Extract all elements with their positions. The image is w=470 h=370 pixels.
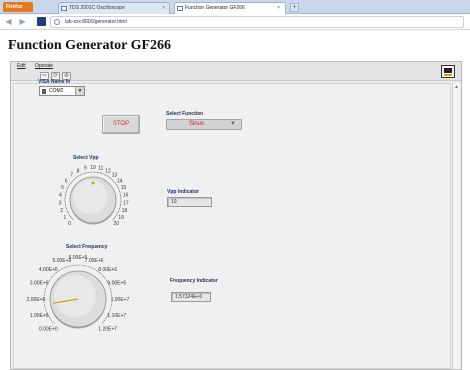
back-arrow-icon[interactable]: ◀	[4, 17, 13, 26]
vi-menu-bar: Edit Operate	[11, 62, 461, 71]
knob-tick-label: 2	[60, 208, 63, 214]
knob-tick-label: 17	[123, 200, 129, 206]
select-function-label: Select Function	[166, 111, 204, 117]
visa-resource-icon	[42, 89, 46, 94]
browser-nav-bar: ◀ ▶ lab-xxx:8000/generator.html	[0, 14, 470, 30]
knob-tick-label: 0	[68, 221, 71, 227]
tab-label: TDS 2001C Oscilloscope	[69, 5, 125, 11]
chevron-down-icon[interactable]: ▼	[230, 121, 236, 127]
knob-tick-label: 18	[122, 208, 128, 214]
url-bar[interactable]: lab-xxx:8000/generator.html	[50, 16, 464, 28]
browser-tab-bar: Firefox TDS 2001C Oscilloscope × Functio…	[0, 0, 470, 14]
tab-oscilloscope[interactable]: TDS 2001C Oscilloscope ×	[58, 2, 170, 14]
firefox-menu-button[interactable]: Firefox	[3, 2, 33, 12]
tab-close-icon[interactable]: ×	[277, 3, 280, 14]
tab-function-generator[interactable]: Function Generator GF266 ×	[174, 2, 286, 14]
knob-tick-label: 1.20E+7	[98, 326, 117, 332]
visa-name-selector[interactable]: COM2 ▼	[39, 86, 85, 96]
menu-edit[interactable]: Edit	[17, 63, 26, 69]
knob-tick-label: 1.00E+6	[30, 313, 49, 319]
forward-arrow-icon[interactable]: ▶	[18, 17, 27, 26]
knob-tick-label: 5	[61, 185, 64, 191]
frequency-indicator-label: Frequency Indicator	[170, 278, 218, 284]
tab-close-icon[interactable]: ×	[162, 3, 165, 14]
menu-operate[interactable]: Operate	[35, 63, 53, 69]
knob-tick-label: 19	[118, 215, 124, 221]
knob-tick-label: 8.00E+6	[98, 267, 117, 273]
knob-highlight	[54, 275, 96, 317]
vpp-indicator-label: Vpp Indicator	[167, 189, 199, 195]
frequency-indicator-value: 1.57324E+6	[175, 294, 203, 300]
knob-tick-label: 2.00E+6	[27, 297, 46, 303]
frequency-knob[interactable]: 0.00E+01.00E+62.00E+63.00E+64.00E+65.00E…	[18, 247, 158, 347]
knob-tick-label: 10	[90, 165, 96, 171]
site-icon	[37, 17, 46, 26]
page-icon	[177, 6, 183, 11]
visa-name-value: COM2	[49, 88, 64, 94]
knob-tick-label: 6	[65, 178, 68, 184]
select-function-dropdown[interactable]: Sinus ▼	[166, 119, 242, 130]
knob-tick-label: 3.00E+6	[30, 281, 49, 287]
knob-tick-label: 14	[117, 178, 123, 184]
vi-connector-icon	[441, 65, 455, 78]
visa-name-label: VISA Name In	[38, 79, 71, 85]
knob-tick-label: 1.00E+7	[111, 297, 130, 303]
knob-tick-label: 11	[98, 166, 103, 172]
vpp-indicator-value: 10	[171, 199, 177, 205]
knob-tick-label: 4.00E+6	[39, 267, 58, 273]
knob-tick-label: 20	[114, 221, 120, 227]
vpp-indicator: 10	[167, 197, 212, 207]
vertical-scrollbar[interactable]: ▲	[452, 83, 460, 369]
knob-tick-label: 8	[77, 168, 80, 174]
knob-tick-label: 0.00E+0	[39, 326, 58, 332]
url-text: lab-xxx:8000/generator.html	[65, 19, 127, 25]
frequency-indicator: 1.57324E+6	[171, 292, 211, 302]
knob-tick-label: 1.10E+7	[107, 313, 126, 319]
knob-tick-label: 3	[59, 200, 62, 206]
knob-tick-label: 7.00E+6	[85, 258, 104, 264]
chevron-down-icon[interactable]: ▼	[75, 87, 84, 95]
page-title: Function Generator GF266	[8, 38, 172, 53]
knob-tick-label: 16	[123, 193, 129, 199]
globe-icon	[54, 19, 60, 25]
knob-tick-label: 12	[105, 168, 111, 174]
new-tab-button[interactable]: +	[290, 3, 299, 12]
tab-label: Function Generator GF266	[185, 5, 245, 11]
scroll-up-icon[interactable]: ▲	[454, 84, 459, 90]
page-icon	[61, 6, 67, 11]
knob-tick-label: 15	[121, 185, 127, 191]
knob-tick-label: 9	[84, 166, 87, 172]
select-function-value: Sinus	[189, 121, 205, 127]
knob-tick-label: 9.00E+6	[107, 281, 126, 287]
knob-pointer	[91, 181, 95, 185]
knob-tick-label: 1	[63, 215, 66, 221]
vpp-knob[interactable]: 012345678 9 10 11 121314151617181920	[44, 158, 154, 238]
knob-highlight	[72, 179, 108, 215]
vi-toolbar: ⇨ ⟳ ⊗	[11, 71, 461, 81]
knob-tick-label: 4	[59, 193, 62, 199]
stop-button[interactable]: STOP	[102, 115, 140, 134]
knob-tick-label: 7	[70, 173, 73, 179]
